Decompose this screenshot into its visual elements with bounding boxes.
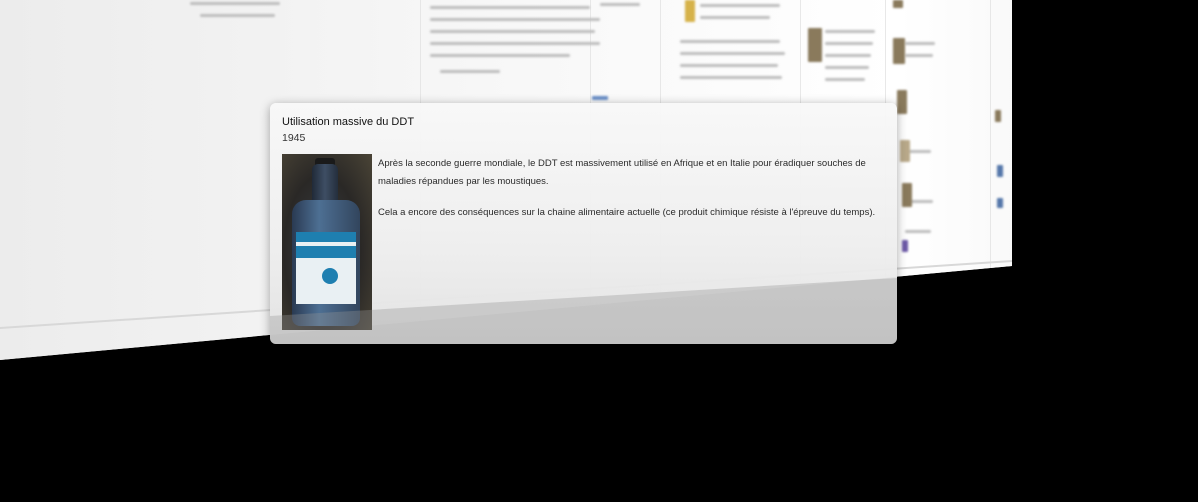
blurred-text-line bbox=[905, 42, 935, 45]
blurred-photo-thumbnail bbox=[995, 110, 1001, 122]
bottle-label-band bbox=[296, 246, 356, 258]
blurred-link-highlight bbox=[592, 96, 608, 100]
blurred-text-line bbox=[825, 42, 873, 45]
blurred-text-line bbox=[825, 66, 869, 69]
blurred-photo-thumbnail bbox=[997, 198, 1003, 208]
blurred-text-line bbox=[200, 14, 275, 17]
blurred-text-line bbox=[700, 16, 770, 19]
blurred-text-line bbox=[905, 54, 933, 57]
blurred-text-line bbox=[600, 3, 640, 6]
blurred-photo-thumbnail bbox=[902, 240, 908, 252]
timeline-column-divider bbox=[990, 0, 991, 360]
bottle-label-shape bbox=[296, 232, 356, 304]
blurred-text-line bbox=[430, 42, 600, 45]
blurred-text-line bbox=[440, 70, 500, 73]
blurred-text-line bbox=[700, 4, 780, 7]
event-date: 1945 bbox=[282, 132, 306, 144]
blurred-photo-thumbnail bbox=[902, 183, 912, 207]
bottle-neck-shape bbox=[312, 164, 338, 204]
blurred-text-line bbox=[680, 76, 782, 79]
blurred-text-line bbox=[825, 54, 871, 57]
blurred-map-thumbnail bbox=[685, 0, 695, 22]
blurred-photo-thumbnail bbox=[808, 28, 822, 62]
blurred-text-line bbox=[430, 54, 570, 57]
blurred-text-line bbox=[680, 64, 778, 67]
event-title: Utilisation massive du DDT bbox=[282, 116, 415, 128]
blurred-text-line bbox=[680, 52, 785, 55]
blurred-text-line bbox=[825, 78, 865, 81]
blurred-text-line bbox=[430, 6, 590, 9]
event-detail-card[interactable]: Utilisation massive du DDT 1945 Après la… bbox=[270, 103, 897, 344]
blurred-text-line bbox=[430, 18, 600, 21]
blurred-text-line bbox=[190, 2, 280, 5]
blurred-photo-thumbnail bbox=[997, 165, 1003, 177]
event-description-paragraph: Cela a encore des conséquences sur la ch… bbox=[378, 207, 876, 218]
event-description: Après la seconde guerre mondiale, le DDT… bbox=[378, 155, 883, 235]
blurred-photo-thumbnail bbox=[893, 38, 905, 64]
blurred-text-line bbox=[430, 30, 595, 33]
blurred-photo-thumbnail bbox=[900, 140, 910, 162]
blurred-photo-thumbnail bbox=[893, 0, 903, 8]
event-description-paragraph: Après la seconde guerre mondiale, le DDT… bbox=[378, 158, 866, 187]
blurred-text-line bbox=[825, 30, 875, 33]
bottle-label-emblem bbox=[322, 268, 338, 284]
blurred-text-line bbox=[680, 40, 780, 43]
timeline-viewport: Utilisation massive du DDT 1945 Après la… bbox=[0, 0, 1198, 502]
blurred-text-line bbox=[905, 230, 931, 233]
blurred-photo-thumbnail bbox=[897, 90, 907, 114]
ddt-bottle-photo bbox=[282, 154, 372, 330]
